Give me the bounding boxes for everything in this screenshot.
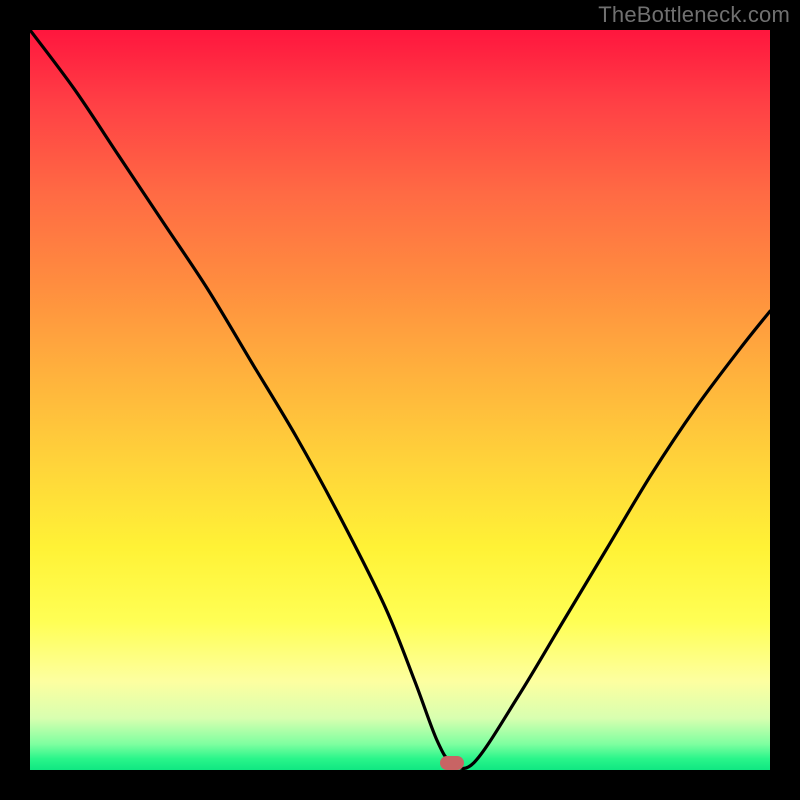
- chart-frame: TheBottleneck.com: [0, 0, 800, 800]
- plot-area: [30, 30, 770, 770]
- attribution-watermark: TheBottleneck.com: [598, 2, 790, 28]
- bottleneck-curve: [30, 30, 770, 770]
- optimal-point-marker: [440, 756, 464, 770]
